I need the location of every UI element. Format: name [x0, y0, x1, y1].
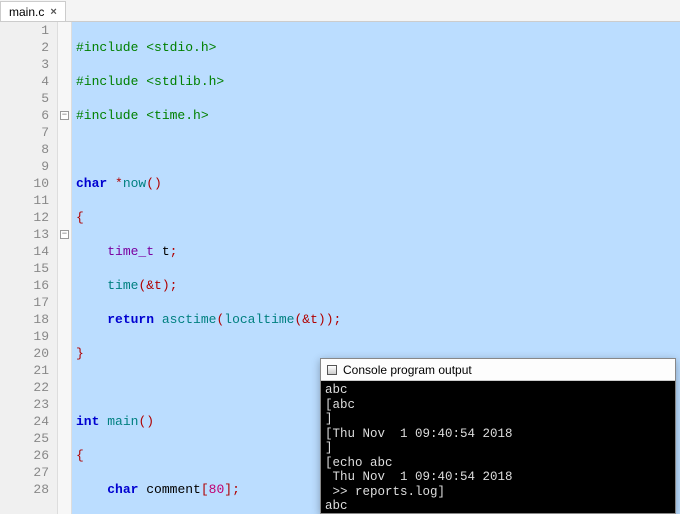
tab-filename: main.c — [9, 5, 44, 19]
console-titlebar[interactable]: Console program output — [321, 359, 675, 381]
tab-main-c[interactable]: main.c × — [0, 1, 66, 21]
console-window[interactable]: Console program output abc [abc ] [Thu N… — [320, 358, 676, 514]
tab-bar: main.c × — [0, 0, 680, 22]
fold-toggle-icon[interactable]: − — [60, 230, 69, 239]
line-number-gutter: 1 2 3 4 5 6 7 8 9 10 11 12 13 14 15 16 1… — [0, 22, 58, 514]
fold-column: − − — [58, 22, 72, 514]
console-output: abc [abc ] [Thu Nov 1 09:40:54 2018 ] [e… — [321, 381, 675, 513]
fold-toggle-icon[interactable]: − — [60, 111, 69, 120]
console-icon — [327, 365, 337, 375]
close-icon[interactable]: × — [50, 6, 56, 18]
console-title-text: Console program output — [343, 363, 472, 377]
